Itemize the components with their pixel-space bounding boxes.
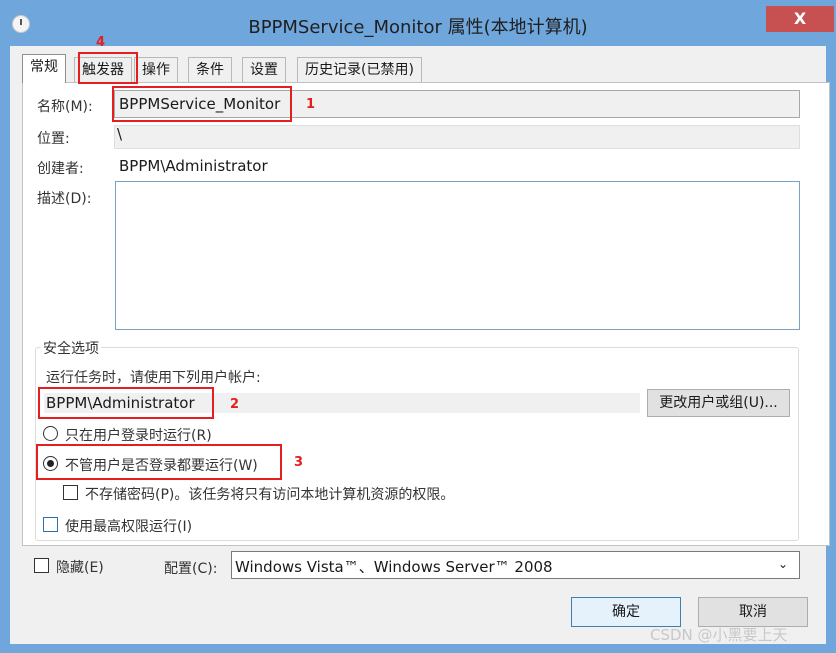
highest-privileges-label: 使用最高权限运行(I)	[65, 519, 193, 535]
annotation-box-4	[78, 52, 138, 84]
tab-general[interactable]: 常规	[22, 54, 66, 83]
tab-settings[interactable]: 设置	[242, 57, 286, 82]
change-user-button[interactable]: 更改用户或组(U)...	[647, 389, 790, 417]
annotation-box-1	[112, 86, 292, 122]
configure-dropdown-value: Windows Vista™、Windows Server™ 2008	[235, 558, 553, 576]
annotation-box-2	[38, 387, 214, 419]
author-label: 创建者:	[37, 161, 84, 177]
watermark: CSDN @小黑要上天	[650, 626, 788, 644]
radio-run-when-logged-on[interactable]	[43, 426, 58, 441]
tab-history[interactable]: 历史记录(已禁用)	[297, 57, 422, 82]
no-store-password-checkbox[interactable]	[63, 485, 78, 500]
close-button[interactable]: X	[766, 6, 834, 32]
annotation-number-4: 4	[96, 35, 106, 50]
security-options-title: 安全选项	[41, 338, 101, 358]
name-label: 名称(M):	[37, 99, 93, 115]
radio-run-when-logged-on-label: 只在用户登录时运行(R)	[65, 428, 212, 444]
highest-privileges-checkbox[interactable]	[43, 517, 58, 532]
run-as-prompt: 运行任务时，请使用下列用户帐户:	[46, 370, 261, 386]
tab-conditions[interactable]: 条件	[188, 57, 232, 82]
hidden-checkbox[interactable]	[34, 558, 49, 573]
description-label: 描述(D):	[37, 191, 92, 207]
description-textarea[interactable]	[115, 181, 800, 330]
cancel-button[interactable]: 取消	[698, 597, 808, 627]
chevron-down-icon[interactable]: ⌄	[778, 557, 788, 571]
location-label: 位置:	[37, 131, 70, 147]
title-bar[interactable]: BPPMService_Monitor 属性(本地计算机) X	[0, 0, 836, 46]
tab-actions[interactable]: 操作	[134, 57, 178, 82]
annotation-number-1: 1	[306, 97, 316, 112]
author-value: BPPM\Administrator	[119, 157, 268, 175]
location-field	[114, 125, 800, 149]
window-title: BPPMService_Monitor 属性(本地计算机)	[248, 17, 588, 38]
location-value: \	[117, 125, 123, 143]
ok-button[interactable]: 确定	[571, 597, 681, 627]
annotation-box-3	[36, 444, 282, 480]
annotation-number-2: 2	[230, 397, 240, 412]
no-store-password-label: 不存储密码(P)。该任务将只有访问本地计算机资源的权限。	[85, 487, 455, 503]
annotation-number-3: 3	[294, 455, 304, 470]
hidden-label: 隐藏(E)	[56, 560, 104, 576]
configure-label: 配置(C):	[164, 561, 218, 577]
